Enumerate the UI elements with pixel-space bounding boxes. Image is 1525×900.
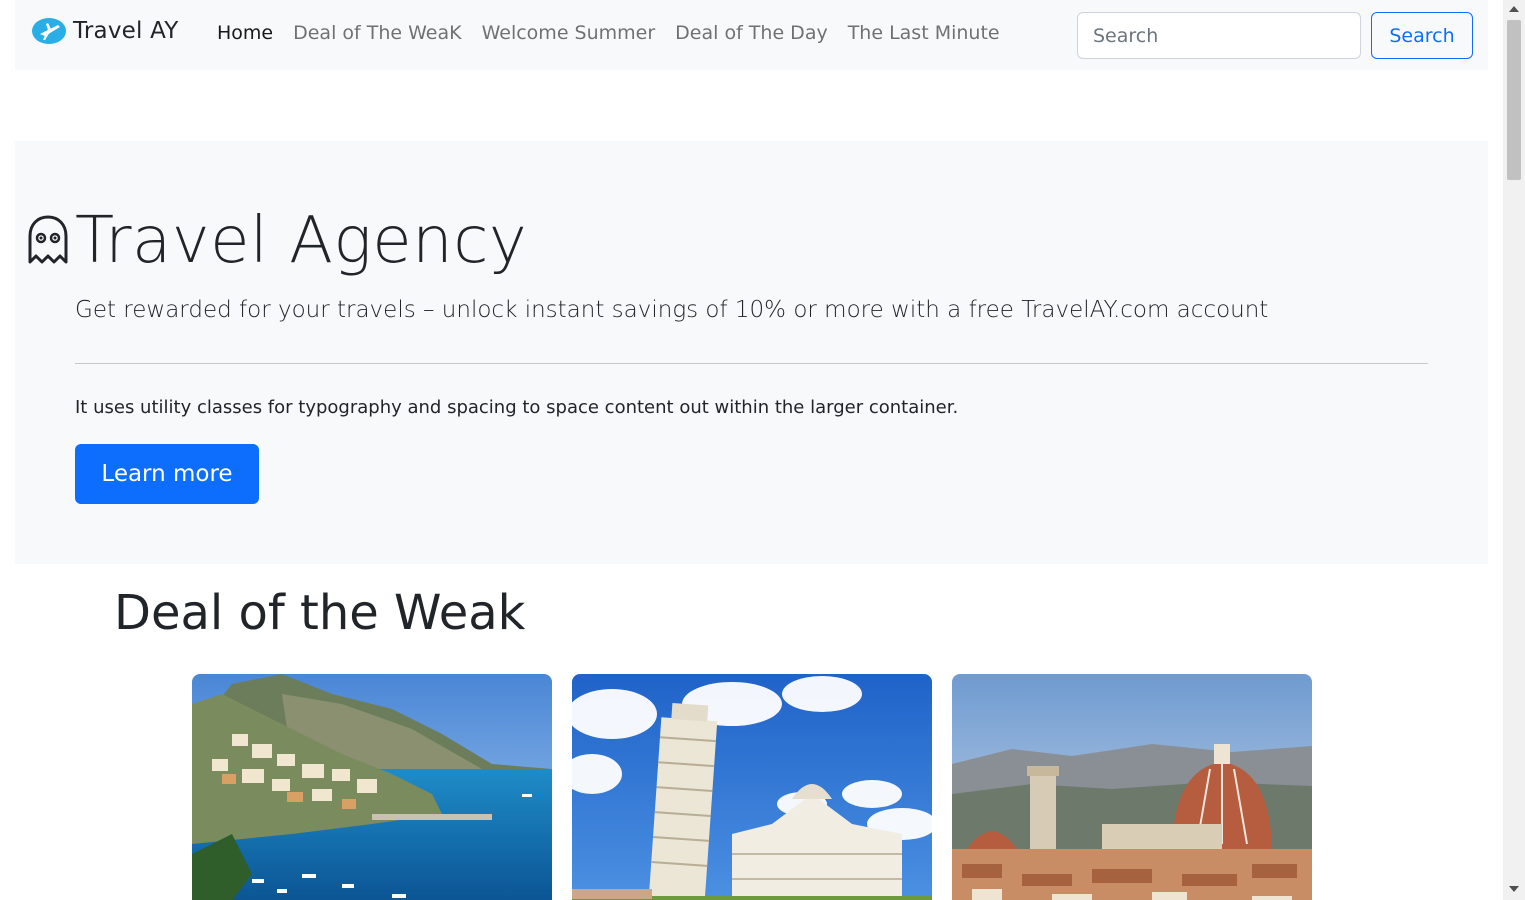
nav-link-deal-of-the-day[interactable]: Deal of The Day bbox=[675, 22, 828, 44]
cathedral-dome-photo bbox=[952, 674, 1312, 900]
nav-link-home[interactable]: Home bbox=[217, 22, 273, 44]
section-title: Deal of the Weak bbox=[114, 585, 526, 641]
scroll-down-icon[interactable] bbox=[1509, 886, 1519, 892]
deal-card-cathedral[interactable] bbox=[952, 674, 1312, 900]
coastal-village-photo bbox=[192, 674, 552, 900]
ghost-icon bbox=[28, 215, 68, 264]
scroll-thumb[interactable] bbox=[1507, 20, 1521, 180]
airplane-logo-icon bbox=[32, 18, 66, 44]
hero-title: Travel Agency bbox=[75, 204, 528, 278]
brand-link[interactable]: Travel AY bbox=[31, 16, 178, 46]
nav-links: Home Deal of The WeaK Welcome Summer Dea… bbox=[217, 22, 1020, 44]
navbar: Travel AY Home Deal of The WeaK Welcome … bbox=[15, 0, 1488, 70]
deal-card-leaning-tower[interactable] bbox=[572, 674, 932, 900]
learn-more-button[interactable]: Learn more bbox=[75, 444, 259, 504]
nav-link-deal-of-the-week[interactable]: Deal of The WeaK bbox=[293, 22, 461, 44]
page-scrollbar[interactable] bbox=[1503, 0, 1525, 900]
deal-card-coastal-village[interactable] bbox=[192, 674, 552, 900]
leaning-tower-photo bbox=[572, 674, 932, 900]
hero-lead: Get rewarded for your travels – unlock i… bbox=[75, 297, 1269, 323]
hero-text: It uses utility classes for typography a… bbox=[75, 397, 959, 418]
scroll-up-icon[interactable] bbox=[1509, 6, 1519, 12]
brand-name: Travel AY bbox=[73, 18, 179, 44]
divider bbox=[75, 363, 1428, 364]
hero-section: Travel Agency Get rewarded for your trav… bbox=[15, 141, 1488, 564]
nav-link-last-minute[interactable]: The Last Minute bbox=[848, 22, 1000, 44]
search-input[interactable] bbox=[1077, 12, 1361, 59]
search-button[interactable]: Search bbox=[1371, 12, 1473, 59]
nav-link-welcome-summer[interactable]: Welcome Summer bbox=[482, 22, 656, 44]
